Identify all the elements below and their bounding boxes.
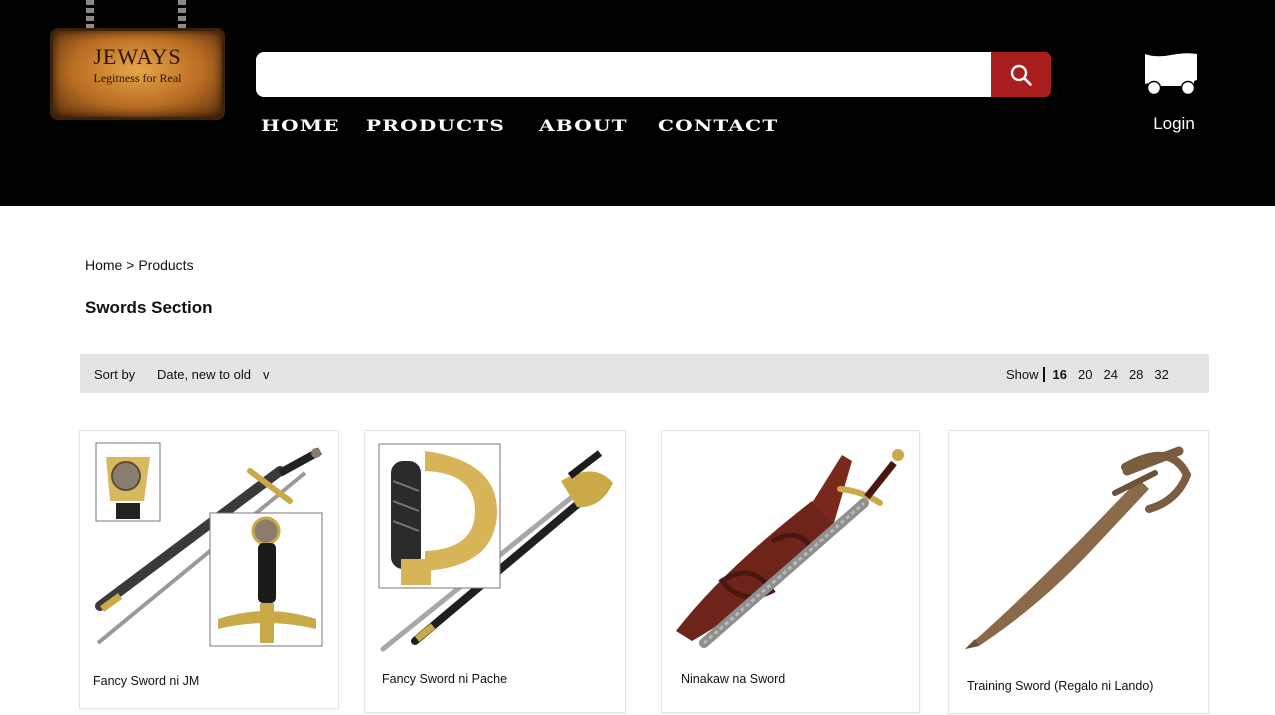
show-option-32[interactable]: 32 (1154, 367, 1168, 382)
product-name[interactable]: Fancy Sword ni JM (93, 674, 199, 688)
page-size-selector: Show 16 20 24 28 32 (1006, 367, 1180, 382)
search-icon (1010, 64, 1032, 86)
breadcrumb-separator: > (126, 257, 135, 273)
logo-sign: JEWAYS Legitness for Real (50, 28, 225, 120)
login-link[interactable]: Login (1150, 114, 1198, 134)
main-nav: HOME PRODUCTS ABOUT CONTACT (261, 115, 798, 135)
show-option-24[interactable]: 24 (1103, 367, 1117, 382)
cart-button[interactable] (1142, 50, 1200, 96)
product-name[interactable]: Fancy Sword ni Pache (382, 672, 507, 686)
product-card[interactable]: Training Sword (Regalo ni Lando) (948, 430, 1209, 714)
page-title: Swords Section (85, 298, 213, 317)
product-card[interactable]: Fancy Sword ni JM (79, 430, 339, 709)
search-button[interactable] (991, 52, 1051, 97)
product-card[interactable]: Fancy Sword ni Pache (364, 430, 626, 713)
product-image (378, 443, 613, 652)
breadcrumb: Home > Products (85, 257, 194, 273)
product-image (676, 449, 904, 648)
search-input[interactable] (256, 52, 993, 97)
site-header: JEWAYS Legitness for Real HOME PRODUCTS … (0, 0, 1275, 206)
logo-tagline: Legitness for Real (93, 71, 182, 85)
site-logo[interactable]: JEWAYS Legitness for Real (50, 0, 225, 125)
show-option-28[interactable]: 28 (1129, 367, 1143, 382)
sort-select[interactable]: Date, new to old (157, 367, 251, 382)
show-divider (1042, 367, 1045, 382)
product-image (965, 446, 1192, 649)
chevron-down-icon[interactable]: v (263, 367, 270, 382)
nav-contact[interactable]: CONTACT (658, 116, 833, 135)
product-name[interactable]: Training Sword (Regalo ni Lando) (967, 679, 1153, 693)
logo-title: JEWAYS (93, 44, 182, 69)
product-name[interactable]: Ninakaw na Sword (681, 672, 785, 686)
breadcrumb-home[interactable]: Home (85, 257, 122, 273)
show-label: Show (1006, 367, 1039, 382)
sort-label: Sort by (94, 367, 136, 382)
wagon-cart-icon (1145, 53, 1197, 96)
show-option-16[interactable]: 16 (1053, 367, 1067, 382)
breadcrumb-current: Products (138, 257, 194, 273)
product-image (95, 442, 323, 647)
sort-toolbar: Sort by Date, new to old v Show 16 20 24… (80, 354, 1209, 393)
show-option-20[interactable]: 20 (1078, 367, 1092, 382)
product-card[interactable]: Ninakaw na Sword (661, 430, 920, 713)
